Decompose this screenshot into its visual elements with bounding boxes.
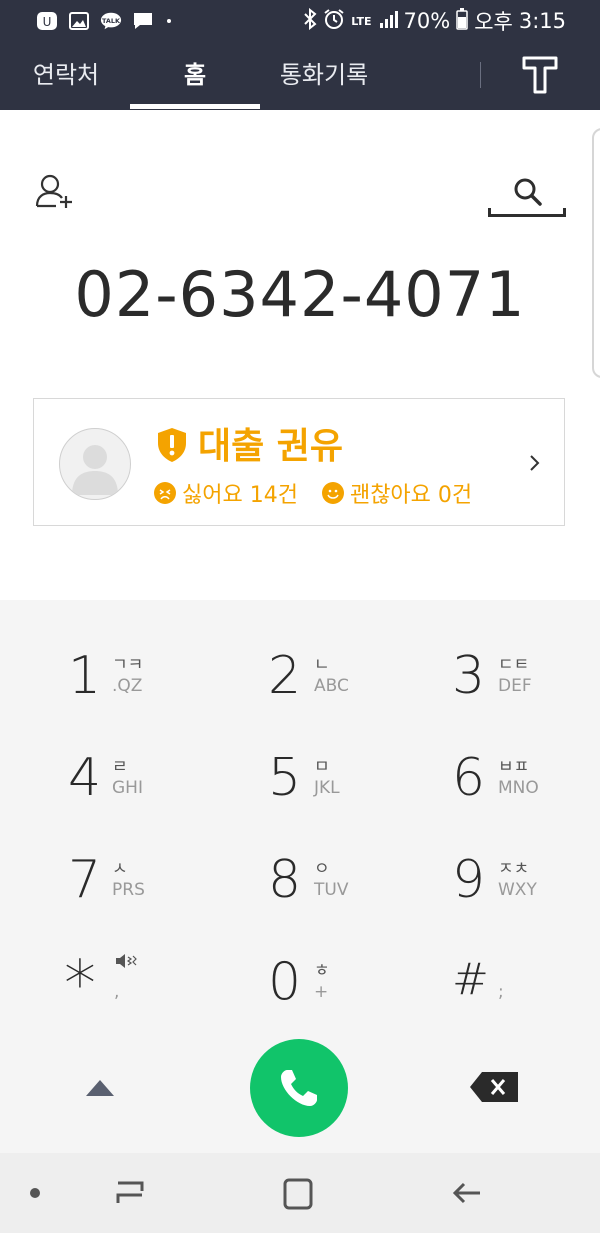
recents-button[interactable] [108, 1173, 152, 1213]
system-nav-bar [0, 1153, 600, 1233]
like-face-icon [321, 482, 344, 504]
home-button[interactable] [278, 1175, 318, 1215]
recents-icon [116, 1181, 144, 1203]
alarm-icon [323, 8, 345, 35]
vibrate-icon [114, 952, 138, 974]
talk-icon: TALK [100, 11, 122, 31]
notification-icons: U TALK [36, 9, 174, 33]
backspace-icon [470, 1072, 518, 1102]
caller-info-card[interactable]: 대출 권유 싫어요 14건 괜찮아요 0건 [33, 398, 565, 526]
tphone-logo-icon[interactable] [522, 56, 558, 94]
key-hash[interactable]: # ; [400, 942, 600, 1042]
ampm: 오후 [474, 10, 513, 34]
call-button[interactable] [250, 1039, 348, 1137]
back-arrow-icon [452, 1182, 480, 1204]
side-panel-handle[interactable] [592, 128, 600, 378]
warning-shield-icon [156, 427, 188, 463]
message-icon [132, 11, 154, 31]
svg-text:TALK: TALK [102, 17, 121, 25]
dislike-face-icon [154, 482, 176, 504]
dialed-number: 02-6342-4071 [74, 258, 526, 331]
key-5[interactable]: 5 ㅁ JKL [200, 738, 400, 838]
search-icon [514, 178, 542, 206]
search-underline [488, 208, 566, 217]
clock: 3:15 [518, 9, 566, 33]
tab-divider [480, 62, 481, 88]
key-0[interactable]: 0 ㅎ + [200, 942, 400, 1042]
backspace-button[interactable] [460, 1062, 530, 1112]
rating-summary: 싫어요 14건 괜찮아요 0건 [154, 479, 473, 508]
key-star[interactable]: * , [0, 942, 200, 1042]
expand-keypad-button[interactable] [70, 1062, 130, 1112]
battery-percent: 70% [403, 9, 451, 33]
key-9[interactable]: 9 ㅈㅊ WXY [400, 840, 600, 940]
tab-home[interactable]: 홈 [130, 42, 260, 110]
dislike-count: 싫어요 14건 [182, 483, 298, 508]
home-square-icon [283, 1178, 313, 1210]
system-status: LTE 70% 오후 3:15 [303, 6, 566, 36]
chevron-right-icon [528, 451, 542, 475]
nav-dot-icon[interactable] [28, 1185, 42, 1199]
key-4[interactable]: 4 ㄹ GHI [0, 738, 200, 838]
key-2[interactable]: 2 ㄴ ABC [200, 636, 400, 736]
phone-icon [281, 1070, 317, 1106]
tab-call-log[interactable]: 통화기록 [262, 42, 386, 110]
svg-text:U: U [43, 15, 52, 29]
spam-category: 대출 권유 [198, 426, 344, 467]
tab-bar: 연락처 홈 통화기록 [0, 42, 600, 110]
back-button[interactable] [446, 1173, 490, 1213]
like-count: 괜찮아요 0건 [349, 483, 473, 508]
status-bar: U TALK LTE 70% 오후 3:15 [0, 0, 600, 42]
avatar [59, 428, 131, 500]
network-type: LTE [351, 14, 372, 28]
dot-icon [164, 11, 174, 31]
tab-contacts[interactable]: 연락처 [10, 42, 122, 110]
gallery-icon [68, 11, 90, 31]
triangle-up-icon [86, 1080, 114, 1096]
key-8[interactable]: 8 ㅇ TUV [200, 840, 400, 940]
key-6[interactable]: 6 ㅂㅍ MNO [400, 738, 600, 838]
battery-icon [456, 7, 468, 35]
bluetooth-icon [303, 7, 317, 35]
key-7[interactable]: 7 ㅅ PRS [0, 840, 200, 940]
signal-icon [378, 9, 398, 34]
active-tab-indicator [130, 104, 260, 109]
key-3[interactable]: 3 ㄷㅌ DEF [400, 636, 600, 736]
key-1[interactable]: 1 ㄱㅋ .QZ [0, 636, 200, 736]
uplus-icon: U [36, 11, 58, 31]
add-contact-button[interactable] [34, 172, 76, 212]
search-button[interactable] [488, 170, 568, 220]
